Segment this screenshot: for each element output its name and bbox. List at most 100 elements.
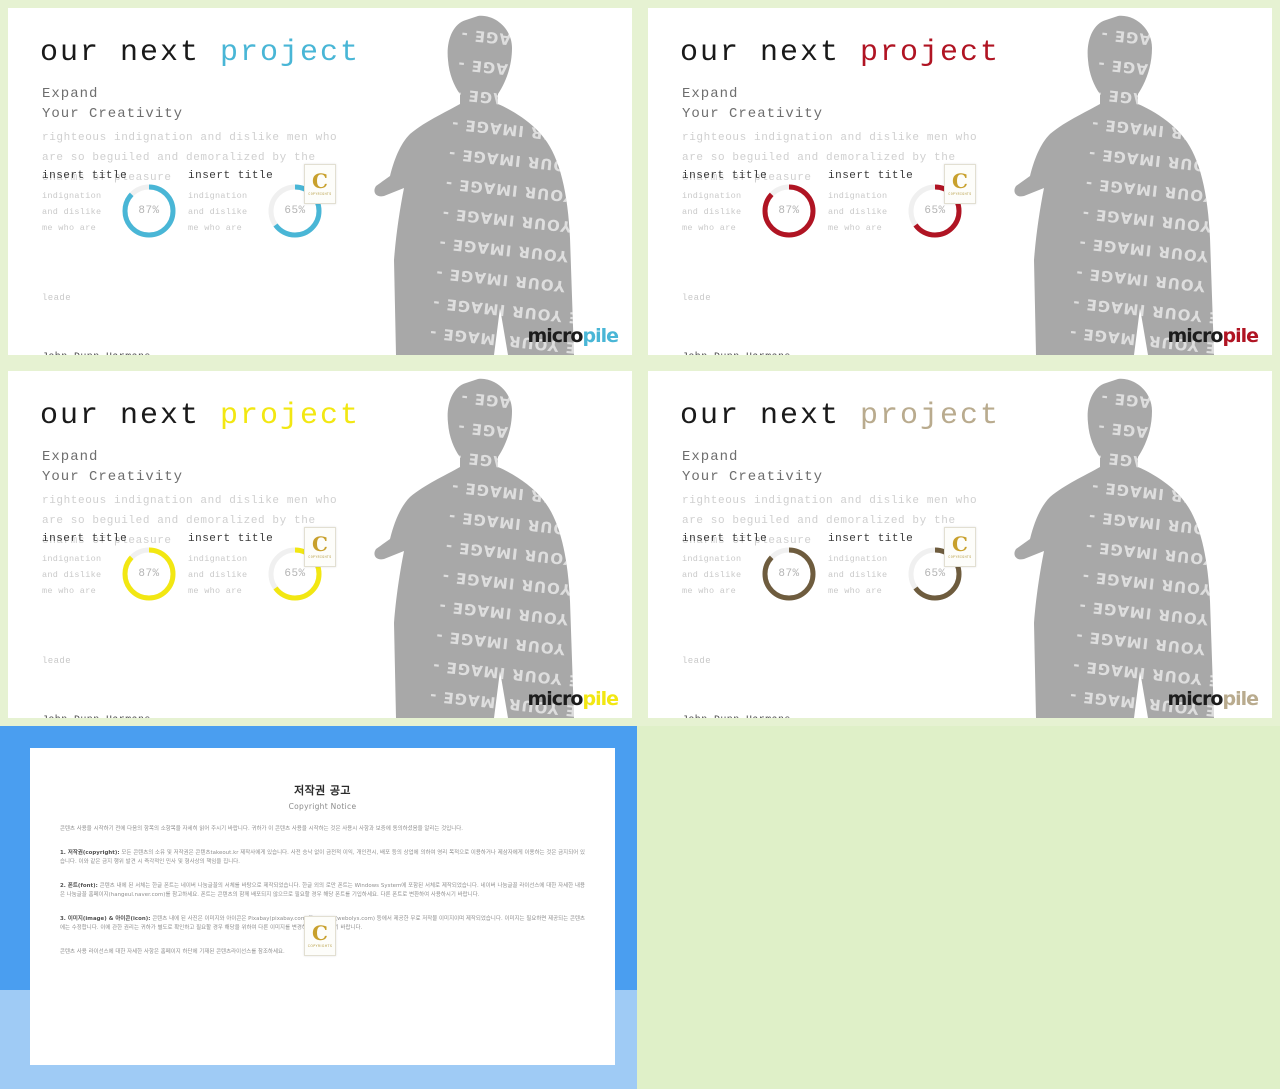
stat-title: insert title <box>828 533 914 545</box>
slide-canvas: REPLACE YOUR IMAGE - REPLACE YOUR IMAGE … <box>8 8 632 355</box>
copyright-badge-icon: C COPYRIGHTS <box>304 916 336 956</box>
leader-name: John Dunn Harmans <box>682 711 797 718</box>
page-title-dark: our next <box>40 399 221 433</box>
donut-chart-87: 87% <box>120 545 178 603</box>
notice-section-2-label: 2. 폰트(font): <box>60 882 98 889</box>
slide-red[interactable]: REPLACE YOUR IMAGE - REPLACE YOUR IMAGE -… <box>640 0 1280 363</box>
notice-section-1: 1. 저작권(copyright): 모든 콘텐츠의 소유 및 저작권은 콘텐츠… <box>60 849 585 868</box>
copyright-caption: COPYRIGHTS <box>948 192 972 196</box>
subtitle: Expand Your Creativity <box>682 86 824 122</box>
stat-title: insert title <box>188 170 274 182</box>
copyright-notice-panel: 저작권 공고 Copyright Notice 콘텐츠 사용을 시작하기 전에 … <box>0 726 637 1089</box>
stat-desc: indignation and dislike me who are <box>42 554 102 596</box>
micropile-logo: micropile <box>1167 688 1259 710</box>
stat-block-2: insert title indignation and dislike me … <box>828 533 962 601</box>
notice-intro: 콘텐츠 사용을 시작하기 전에 다음의 항목의 소항목을 자세히 읽어 주시기 … <box>60 826 464 832</box>
notice-section-1-label: 1. 저작권(copyright): <box>60 849 120 856</box>
copyright-caption: COPYRIGHTS <box>307 944 333 948</box>
donut-percent: 87% <box>778 568 800 580</box>
leader-label: leade <box>42 293 72 303</box>
copyright-badge-icon: C COPYRIGHTS <box>944 527 976 567</box>
stat-title: insert title <box>828 170 914 182</box>
stat-block-1: insert title indignation and dislike me … <box>42 170 176 238</box>
stat-desc: indignation and dislike me who are <box>42 191 102 233</box>
page-title-dark: our next <box>680 399 861 433</box>
copyright-c-glyph: C <box>312 532 328 556</box>
copyright-caption: COPYRIGHTS <box>308 555 332 559</box>
credits: leade John Dunn Harmans team crew Tonny … <box>682 248 797 355</box>
page-title-accent: project <box>860 36 1001 70</box>
copyright-c-glyph: C <box>312 921 328 945</box>
logo-accent: pile <box>1222 688 1259 710</box>
person-silhouette-watermark: REPLACE YOUR IMAGE - REPLACE YOUR IMAGE … <box>374 8 624 355</box>
page-title-dark: our next <box>40 36 221 70</box>
stat-title: insert title <box>42 533 128 545</box>
copyright-caption: COPYRIGHTS <box>948 555 972 559</box>
logo-accent: pile <box>582 325 619 347</box>
stat-title: insert title <box>682 170 768 182</box>
donut-percent: 87% <box>778 205 800 217</box>
notice-section-3-label: 3. 이미지(image) & 아이콘(icon): <box>60 915 151 922</box>
stat-block-2: insert title indignation and dislike me … <box>828 170 962 238</box>
stat-desc: indignation and dislike me who are <box>828 554 888 596</box>
copyright-c-glyph: C <box>312 169 328 193</box>
notice-section-2: 2. 폰트(font): 콘텐츠 내에 된 서체는 한글 폰트는 네이버 나눔글… <box>60 882 585 901</box>
subtitle: Expand Your Creativity <box>682 449 824 485</box>
credits: leade John Dunn Harmans team crew Tonny … <box>42 248 157 355</box>
donut-chart-87: 87% <box>120 182 178 240</box>
person-silhouette-watermark: REPLACE YOUR IMAGE - REPLACE YOUR IMAGE -… <box>1014 371 1264 718</box>
notice-section-1-text: 모든 콘텐츠의 소유 및 저작권은 콘텐츠takeout.kr 제작사에게 있습… <box>60 849 585 866</box>
page-title: our next project <box>680 36 1000 70</box>
page-title: our next project <box>40 399 360 433</box>
person-silhouette-watermark: REPLACE YOUR IMAGE - REPLACE YOUR IMAGE -… <box>1014 8 1264 355</box>
page-title-accent: project <box>860 399 1001 433</box>
credits: leade John Dunn Harmans team crew Tonny … <box>682 611 797 718</box>
copyright-badge-icon: C COPYRIGHTS <box>944 164 976 204</box>
donut-percent: 87% <box>138 205 160 217</box>
page-title-accent: project <box>220 36 361 70</box>
notice-title-ko: 저작권 공고 <box>294 784 351 797</box>
stat-desc: indignation and dislike me who are <box>682 191 742 233</box>
micropile-logo: micropile <box>1167 325 1259 347</box>
notice-title-en: Copyright Notice <box>288 802 357 811</box>
logo-dark: micro <box>1167 688 1223 710</box>
page-title: our next project <box>680 399 1000 433</box>
copyright-c-glyph: C <box>952 169 968 193</box>
logo-accent: pile <box>1222 325 1259 347</box>
stat-desc: indignation and dislike me who are <box>188 554 248 596</box>
person-silhouette-watermark: REPLACE YOUR IMAGE - REPLACE YOUR IMAGE -… <box>374 371 624 718</box>
page-title-dark: our next <box>680 36 861 70</box>
leader-name: John Dunn Harmans <box>42 348 157 355</box>
donut-chart-87: 87% <box>760 545 818 603</box>
stat-block-2: insert title indignation and dislike me … <box>188 533 322 601</box>
slide-canvas: REPLACE YOUR IMAGE - REPLACE YOUR IMAGE -… <box>648 8 1272 355</box>
micropile-logo: micropile <box>527 325 619 347</box>
slide-canvas: REPLACE YOUR IMAGE - REPLACE YOUR IMAGE -… <box>8 371 632 718</box>
notice-section-2-text: 콘텐츠 내에 된 서체는 한글 폰트는 네이버 나눔글꼴의 서체를 바탕으로 제… <box>60 882 585 899</box>
subtitle: Expand Your Creativity <box>42 449 184 485</box>
page-title-accent: project <box>220 399 361 433</box>
leader-label: leade <box>42 656 72 666</box>
slide-blue[interactable]: REPLACE YOUR IMAGE - REPLACE YOUR IMAGE … <box>0 0 640 363</box>
stat-desc: indignation and dislike me who are <box>188 191 248 233</box>
copyright-notice-card: 저작권 공고 Copyright Notice 콘텐츠 사용을 시작하기 전에 … <box>30 748 615 1065</box>
donut-percent: 87% <box>138 568 160 580</box>
micropile-logo: micropile <box>527 688 619 710</box>
slide-yellow[interactable]: REPLACE YOUR IMAGE - REPLACE YOUR IMAGE -… <box>0 363 640 726</box>
leader-name: John Dunn Harmans <box>42 711 157 718</box>
leader-label: leade <box>682 656 712 666</box>
copyright-caption: COPYRIGHTS <box>308 192 332 196</box>
copyright-c-glyph: C <box>952 532 968 556</box>
donut-chart-87: 87% <box>760 182 818 240</box>
leader-name: John Dunn Harmans <box>682 348 797 355</box>
page-title: our next project <box>40 36 360 70</box>
slide-deck-board: REPLACE YOUR IMAGE - REPLACE YOUR IMAGE … <box>0 0 1280 1089</box>
stat-block-1: insert title indignation and dislike me … <box>42 533 176 601</box>
copyright-badge-icon: C COPYRIGHTS <box>304 527 336 567</box>
stat-title: insert title <box>42 170 128 182</box>
credits: leade John Dunn Harmans team crew Tonny … <box>42 611 157 718</box>
slide-brown[interactable]: REPLACE YOUR IMAGE - REPLACE YOUR IMAGE -… <box>640 363 1280 726</box>
logo-dark: micro <box>527 325 583 347</box>
subtitle: Expand Your Creativity <box>42 86 184 122</box>
logo-accent: pile <box>582 688 619 710</box>
